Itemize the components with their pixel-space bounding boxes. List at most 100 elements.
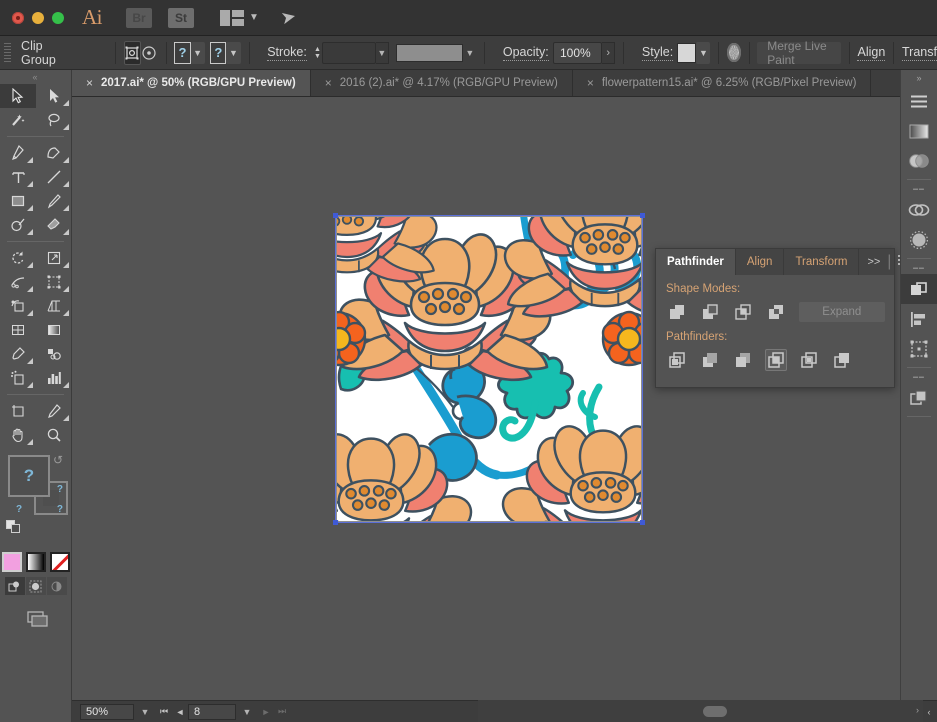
layers-panel-icon[interactable] — [901, 383, 937, 413]
tool-perspective-grid[interactable] — [36, 294, 72, 318]
artboard-dropdown-icon[interactable]: ▼ — [236, 707, 258, 717]
recolor-artwork-icon[interactable] — [727, 43, 741, 62]
tool-eyedropper[interactable] — [0, 342, 36, 366]
artboard[interactable] — [336, 216, 642, 522]
document-tab[interactable]: × 2016 (2).ai* @ 4.17% (RGB/GPU Preview) — [310, 70, 573, 96]
maximize-button[interactable] — [52, 11, 64, 24]
shape-mode-intersect[interactable] — [732, 301, 753, 323]
stroke-label[interactable]: Stroke: — [267, 45, 307, 61]
default-fill-stroke-icon[interactable] — [6, 520, 22, 534]
opacity-field[interactable]: 100% — [552, 41, 603, 64]
pathfinder-trim[interactable] — [699, 349, 721, 371]
panel-menu-icon[interactable] — [901, 86, 937, 116]
document-tab[interactable]: × flowerpattern15.ai* @ 6.25% (RGB/Pixel… — [572, 70, 872, 96]
tool-line-segment[interactable] — [36, 165, 72, 189]
tool-shape-builder[interactable] — [0, 294, 36, 318]
opacity-label[interactable]: Opacity: — [502, 45, 549, 61]
tool-curvature[interactable] — [36, 141, 72, 165]
tool-mesh[interactable] — [0, 318, 36, 342]
stroke-color-indicator[interactable]: ? — [210, 41, 227, 64]
tool-symbol-sprayer[interactable] — [0, 366, 36, 390]
tool-column-graph[interactable] — [36, 366, 72, 390]
gradient-swatch[interactable] — [25, 552, 46, 572]
tool-lasso[interactable] — [36, 108, 72, 132]
tool-pen[interactable] — [0, 141, 36, 165]
tab-transform[interactable]: Transform — [784, 249, 860, 275]
stroke-dropdown-icon[interactable]: ▼ — [226, 41, 241, 64]
stroke-profile-dropdown-icon[interactable]: ▼ — [463, 42, 476, 64]
close-button[interactable] — [12, 11, 24, 24]
close-icon[interactable]: × — [325, 76, 332, 90]
dock-group-grip[interactable]: ━━ — [901, 371, 937, 383]
stroke-weight-field[interactable] — [322, 41, 376, 64]
align-panel-link[interactable]: Align — [857, 45, 886, 61]
tool-scale[interactable] — [36, 246, 72, 270]
pathfinder-divide[interactable] — [666, 349, 688, 371]
shape-mode-exclude[interactable] — [765, 301, 786, 323]
pathfinder-outline[interactable] — [798, 349, 820, 371]
pathfinder-minus-back[interactable] — [831, 349, 853, 371]
style-dropdown-icon[interactable]: ▼ — [696, 41, 711, 64]
minimize-button[interactable] — [32, 11, 44, 24]
tool-paintbrush[interactable] — [36, 189, 72, 213]
draw-inside-icon[interactable] — [46, 577, 67, 595]
screen-mode-button[interactable] — [0, 609, 71, 629]
tool-artboard[interactable] — [0, 399, 36, 423]
overflow-chevron-icon[interactable]: >> — [867, 256, 880, 268]
tools-panel-grip[interactable]: « — [0, 70, 71, 84]
tool-selection[interactable] — [0, 84, 36, 108]
zoom-level-field[interactable]: 50% — [80, 703, 134, 720]
pathfinder-crop[interactable] — [765, 349, 787, 371]
fill-dropdown-icon[interactable]: ▼ — [190, 41, 205, 64]
horizontal-scrollbar[interactable]: › — [478, 700, 923, 722]
tool-slice[interactable] — [36, 399, 72, 423]
tool-gradient[interactable] — [36, 318, 72, 342]
close-icon[interactable]: × — [86, 76, 93, 90]
shape-mode-unite[interactable] — [666, 301, 687, 323]
tool-blend[interactable] — [36, 342, 72, 366]
fill-color-indicator[interactable]: ? — [174, 41, 191, 64]
anchor-point-icon[interactable] — [141, 41, 158, 65]
transform-panel-link[interactable]: Transf — [901, 45, 937, 61]
tool-eraser[interactable] — [36, 213, 72, 237]
tool-free-transform[interactable] — [36, 270, 72, 294]
artboard-number-field[interactable]: 8 — [188, 703, 236, 720]
transparency-panel-icon[interactable] — [901, 146, 937, 176]
arrange-documents-button[interactable]: ▼ — [220, 9, 259, 26]
fill-box[interactable]: ? — [8, 455, 50, 497]
close-icon[interactable]: × — [587, 76, 594, 90]
horizontal-scroll-thumb[interactable] — [703, 706, 727, 717]
tool-width[interactable] — [0, 270, 36, 294]
transform-panel-icon[interactable] — [901, 334, 937, 364]
align-panel-icon[interactable] — [901, 304, 937, 334]
share-plane-icon[interactable]: ➤ — [279, 6, 298, 30]
scroll-left-icon[interactable]: ‹ — [921, 707, 937, 717]
gradient-panel-icon[interactable] — [901, 116, 937, 146]
tool-direct-selection[interactable] — [36, 84, 72, 108]
draw-behind-icon[interactable] — [25, 577, 46, 595]
previous-artboard-icon[interactable]: ◄ — [172, 707, 188, 717]
libraries-panel-icon[interactable] — [901, 195, 937, 225]
bridge-button[interactable]: Br — [126, 7, 152, 28]
document-tab[interactable]: × 2017.ai* @ 50% (RGB/GPU Preview) — [72, 70, 311, 96]
tab-pathfinder[interactable]: Pathfinder — [656, 249, 736, 275]
stroke-profile-swatch[interactable] — [395, 43, 464, 62]
swap-fill-stroke-icon[interactable]: ↺ — [53, 453, 63, 467]
tool-rotate[interactable] — [0, 246, 36, 270]
expand-dock-icon[interactable]: » — [901, 70, 937, 86]
tool-magic-wand[interactable] — [0, 108, 36, 132]
tool-hand[interactable] — [0, 423, 36, 447]
canvas-area[interactable] — [72, 97, 937, 700]
shape-mode-minus-front[interactable] — [699, 301, 720, 323]
last-artboard-icon[interactable]: ⏭ — [274, 706, 290, 717]
next-artboard-icon[interactable]: ► — [258, 707, 274, 717]
bounding-box-icon[interactable] — [123, 40, 141, 65]
pathfinder-panel-icon[interactable] — [901, 274, 937, 304]
first-artboard-icon[interactable]: ⏮ — [156, 706, 172, 717]
expand-button[interactable]: Expand — [798, 302, 886, 322]
tool-shaper[interactable] — [0, 213, 36, 237]
pathfinder-merge[interactable] — [732, 349, 754, 371]
control-bar-grip[interactable] — [4, 42, 12, 63]
stroke-weight-stepper[interactable]: ▲ ▼ — [312, 42, 322, 64]
stroke-weight-dropdown-icon[interactable]: ▼ — [375, 41, 389, 64]
